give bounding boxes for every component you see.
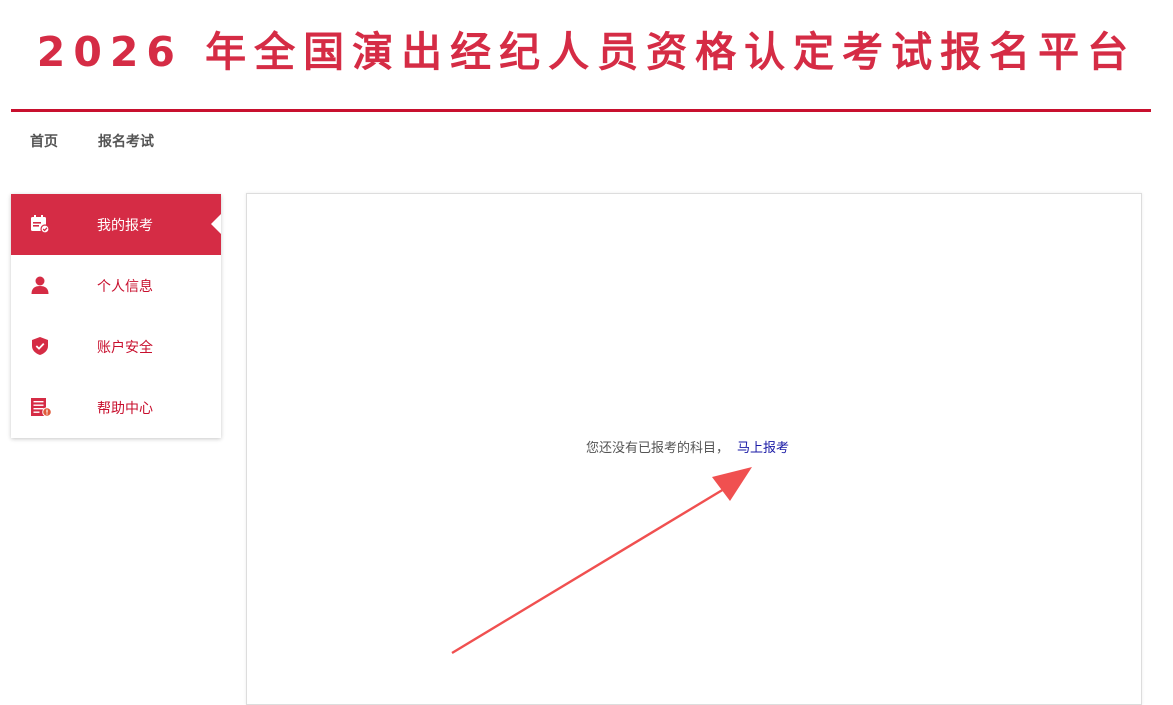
empty-state-text: 您还没有已报考的科目，: [586, 441, 730, 456]
sidebar-item-personal-info[interactable]: 个人信息: [11, 255, 221, 316]
title-divider: [11, 109, 1151, 112]
sidebar-item-label: 个人信息: [97, 278, 153, 295]
calendar-check-icon: [30, 214, 50, 234]
top-nav: 首页 报名考试: [30, 131, 154, 153]
shield-check-icon: [30, 336, 50, 356]
sidebar-item-label: 我的报考: [97, 217, 153, 234]
sidebar: 我的报考 个人信息 账户安全 帮助中心: [11, 194, 221, 438]
sidebar-item-label: 账户安全: [97, 339, 153, 356]
user-icon: [30, 275, 50, 295]
document-help-icon: [30, 397, 52, 417]
page-title: 2026 年全国演出经纪人员资格认定考试报名平台: [36, 28, 1137, 76]
register-now-link[interactable]: 马上报考: [737, 441, 789, 456]
sidebar-item-label: 帮助中心: [97, 400, 153, 417]
empty-state: 您还没有已报考的科目， 马上报考: [586, 439, 789, 459]
sidebar-item-my-registrations[interactable]: 我的报考: [11, 194, 221, 255]
nav-register-exam[interactable]: 报名考试: [98, 131, 154, 153]
sidebar-item-help-center[interactable]: 帮助中心: [11, 377, 221, 438]
sidebar-item-account-security[interactable]: 账户安全: [11, 316, 221, 377]
nav-home[interactable]: 首页: [30, 131, 58, 153]
